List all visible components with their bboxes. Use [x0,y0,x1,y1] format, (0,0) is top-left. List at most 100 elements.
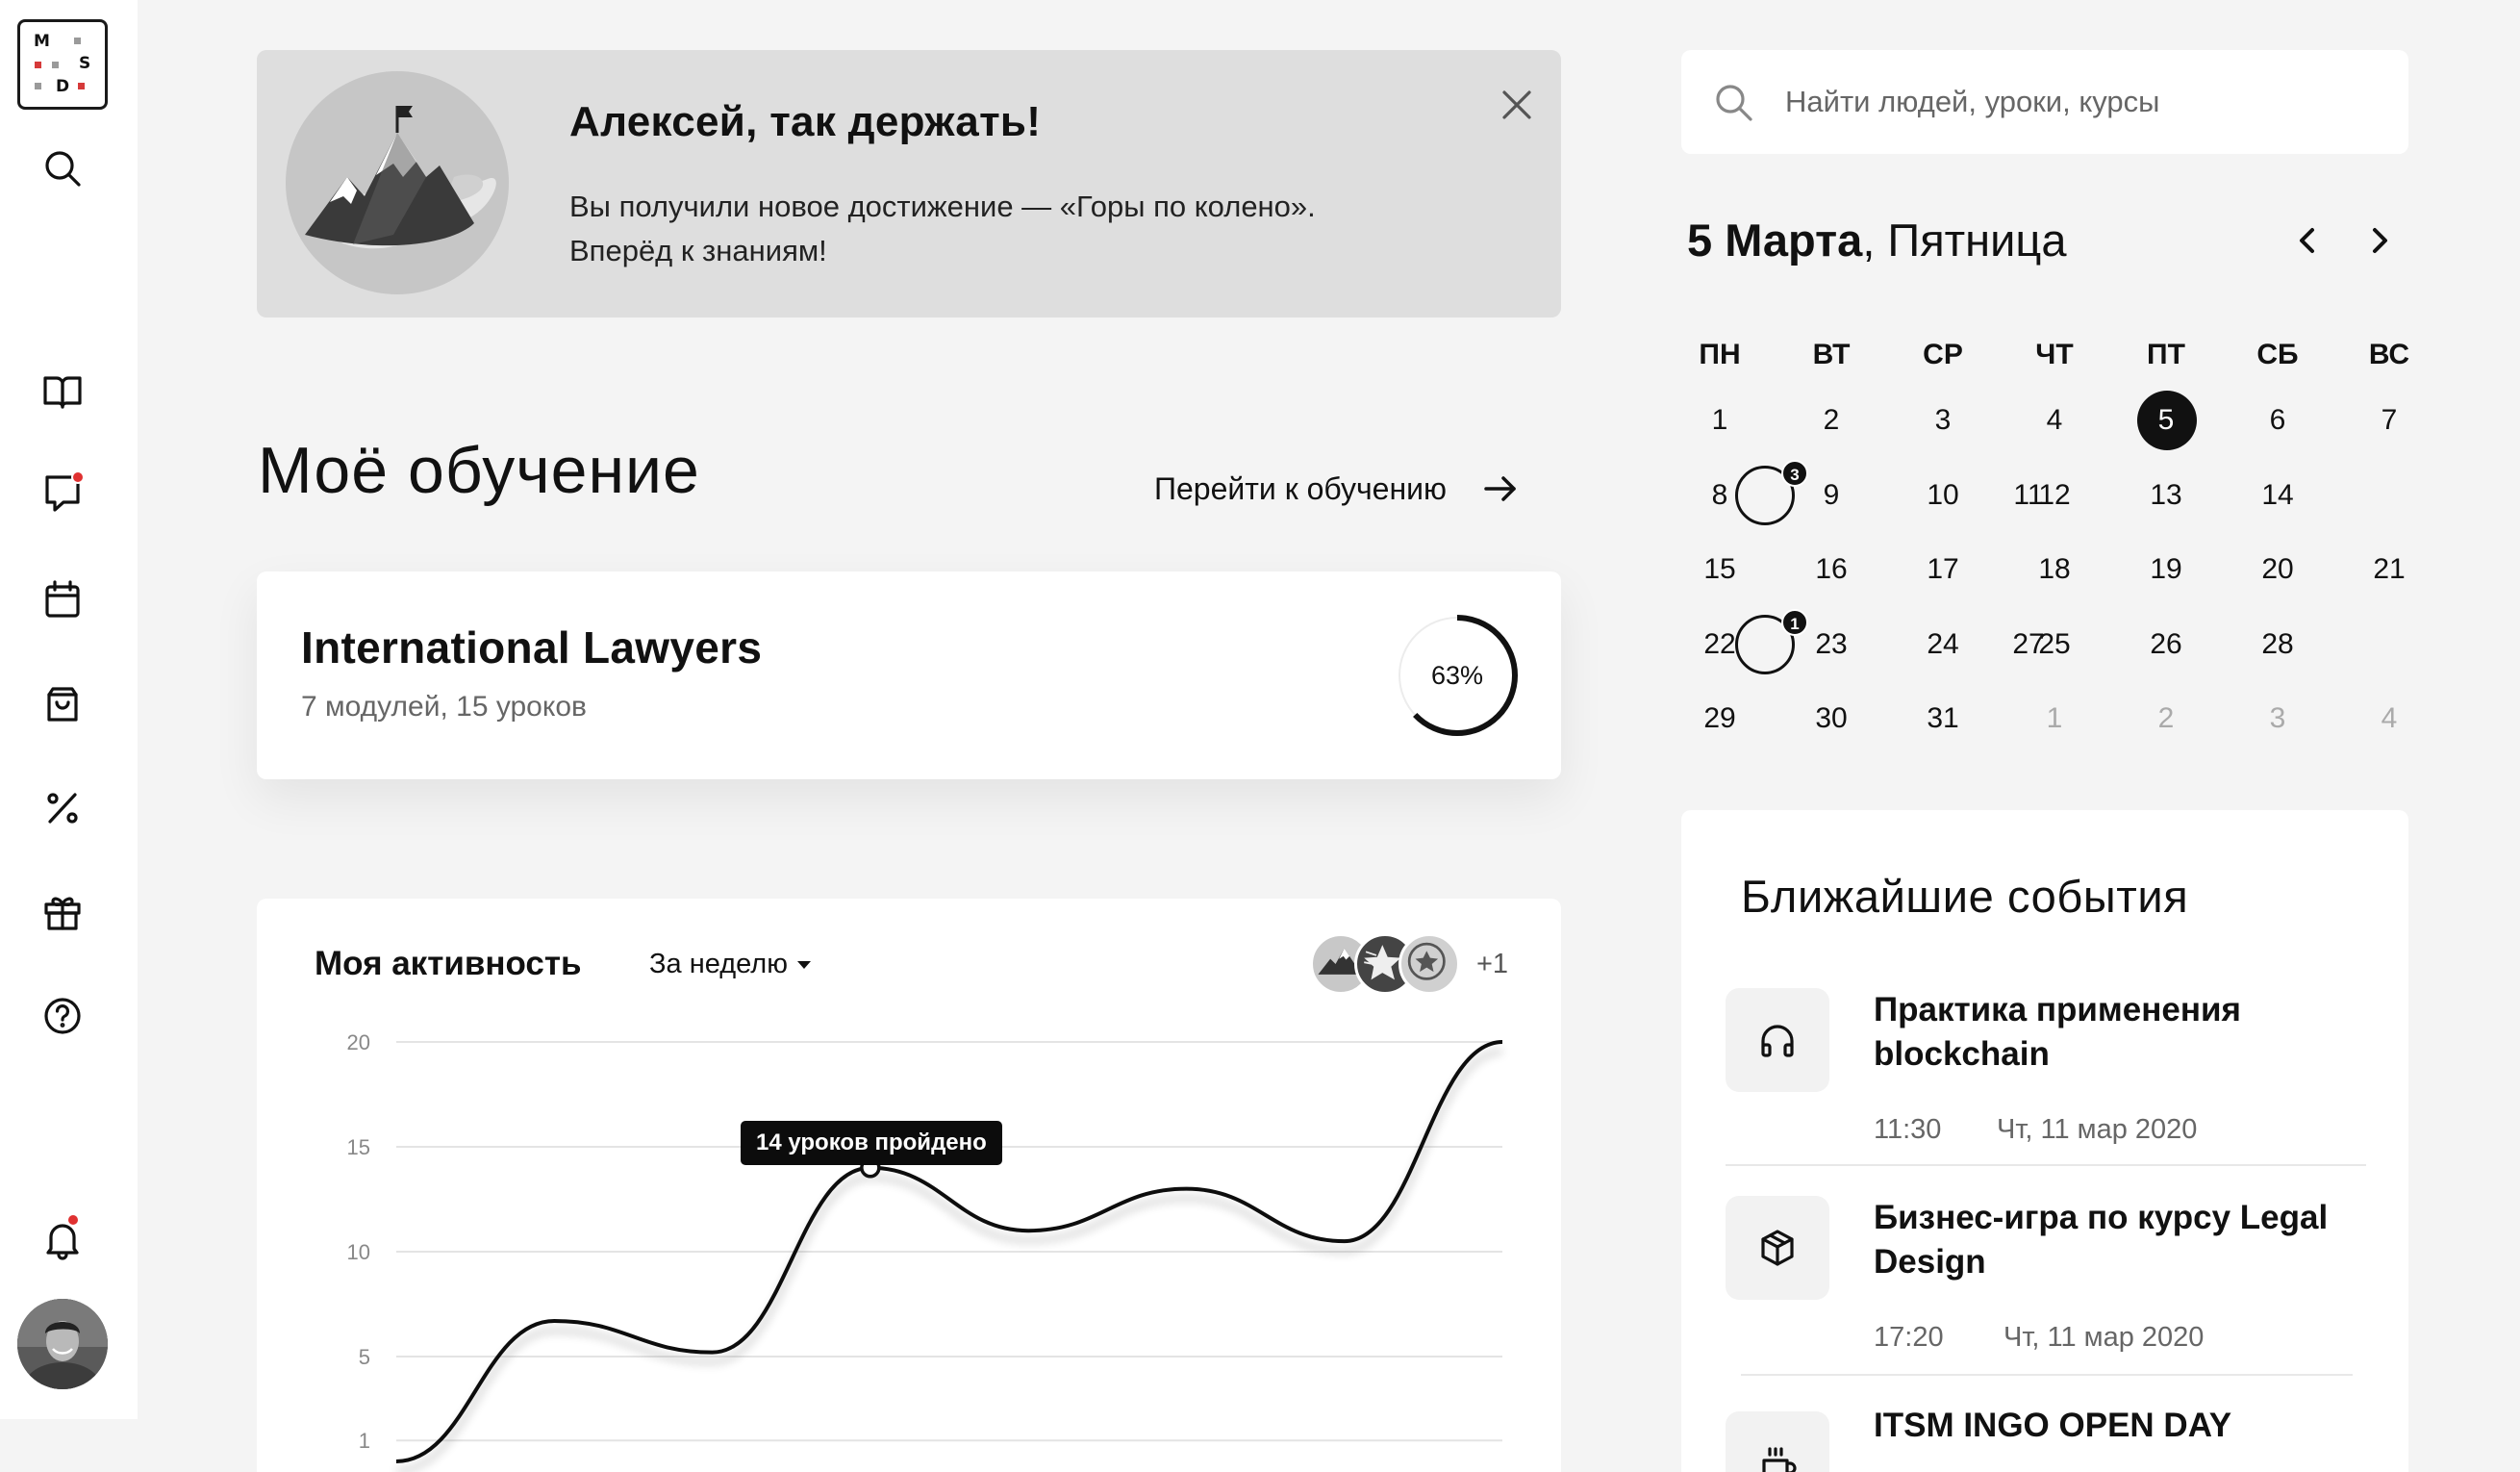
nav-shop[interactable] [35,676,90,732]
logo[interactable]: M S D [17,19,108,110]
weekday-label: ПТ [2147,339,2185,370]
y-tick-label: 10 [347,1240,370,1264]
calendar-day[interactable]: 2 [2110,681,2222,756]
calendar-day[interactable]: 6 [2222,383,2333,458]
nav-gifts[interactable] [35,884,90,940]
search-box [1681,50,2408,154]
calendar-day[interactable]: 17 [1887,532,1999,607]
y-tick-label: 20 [347,1030,370,1054]
chevron-right-icon [2373,228,2387,253]
event-date: Чт, 11 мар 2020 [2003,1322,2205,1353]
calendar-day[interactable]: 1 [1664,383,1776,458]
day-number: 20 [2261,553,2294,585]
day-number: 30 [1815,702,1848,734]
event-time: 11:30 [1874,1114,1942,1145]
calendar-day[interactable]: 4 [1999,383,2110,458]
activity-chart: 20 15 10 5 1 [347,1030,1503,1463]
goto-learning-link[interactable]: Перейти к обучению [1154,470,1520,508]
logo-dot [35,62,41,68]
calendar-weekday: , Пятница [1862,215,2067,266]
event-count-badge: 1 [1781,608,1808,636]
calendar-prev-button[interactable] [2286,219,2329,262]
day-number: 2 [1823,404,1840,436]
day-number: 7 [2381,404,2398,436]
sidebar: M S D [0,0,138,1419]
notification-badge [66,1213,80,1227]
calendar-day[interactable]: 2 [1776,383,1887,458]
upcoming-events-card: Ближайшие события Практика применения bl… [1681,810,2408,1472]
calendar-day-today[interactable]: 5 [2110,383,2222,458]
calendar-day[interactable]: 7 [2333,383,2445,458]
calendar-day[interactable]: 21 [2333,532,2445,607]
calendar-weekdays: ПН ВТ СР ЧТ ПТ СБ ВС [1664,327,2445,383]
calendar-day[interactable]: 30 [1776,681,1887,756]
nav-messages[interactable] [35,465,90,520]
calendar-day[interactable]: 14 [2222,458,2333,533]
day-number: 5 [2157,404,2175,436]
shopping-bag-icon [47,687,78,722]
achievement-banner: Алексей, так держать! Вы получили новое … [257,50,1561,317]
event-item[interactable]: Практика применения blockchain 11:30 Чт,… [1726,988,2366,1152]
calendar-day[interactable]: 4 [2333,681,2445,756]
calendar-day[interactable]: 13 [2110,458,2222,533]
calendar-next-button[interactable] [2358,219,2401,262]
calendar-day[interactable]: 31 [1887,681,1999,756]
logo-letter-d: D [56,77,70,96]
weekday-label: СБ [2256,339,2299,370]
nav-search[interactable] [35,140,90,196]
day-number: 29 [1703,702,1736,734]
calendar-day[interactable]: 3 [2222,681,2333,756]
logo-dot [35,83,41,89]
day-number: 13 [2150,478,2182,511]
event-title: Бизнес-игра по курсу Legal Design [1874,1199,2329,1281]
book-icon [43,376,82,409]
nav-notifications[interactable] [35,1211,90,1267]
weekday-label: ЧТ [2035,339,2074,370]
calendar-day[interactable]: 29 [1664,681,1776,756]
day-number: 18 [2038,553,2071,585]
course-card[interactable]: International Lawyers 7 модулей, 15 урок… [257,571,1561,779]
calendar-week: 1 2 3 4 5 6 7 [1664,383,2445,458]
nav-calendar[interactable] [35,572,90,628]
calendar-day[interactable]: 19 [2110,532,2222,607]
y-tick-label: 1 [359,1429,370,1453]
nav-help[interactable] [35,988,90,1044]
weekday-label: ВТ [1812,339,1851,370]
close-button[interactable] [1493,81,1541,129]
weekday-label: ПН [1699,339,1741,370]
calendar-day[interactable]: 15 [1664,532,1776,607]
event-count-badge: 3 [1781,459,1808,487]
day-number: 1 [1711,404,1728,436]
y-tick-label: 15 [347,1135,370,1159]
event-icon-box [1726,1196,1829,1300]
day-number: 16 [1815,553,1848,585]
calendar-day[interactable]: 12 [1999,458,2110,533]
event-item[interactable]: Бизнес-игра по курсу Legal Design 17:20 … [1726,1196,2366,1359]
day-number: 12 [2038,478,2071,511]
day-number: 4 [2381,702,2398,734]
nav-courses[interactable] [35,364,90,419]
banner-text-line: Вперёд к знаниям! [569,234,827,267]
banner-text: Вы получили новое достижение — «Горы по … [569,185,1435,273]
day-number: 19 [2150,553,2182,585]
coffee-icon [1762,1447,1797,1472]
calendar-date-bold: 5 Марта [1687,215,1863,266]
day-number: 27 [2012,627,2045,660]
event-item[interactable]: ITSM INGO OPEN DAY [1726,1404,2366,1472]
calendar-day[interactable]: 16 [1776,532,1887,607]
search-input[interactable] [1785,50,2381,154]
course-title: International Lawyers [301,622,763,673]
cube-icon [1761,1230,1794,1266]
calendar-day[interactable]: 3 [1887,383,1999,458]
user-photo [17,1299,108,1389]
nav-discounts[interactable] [35,780,90,836]
avatar[interactable] [17,1299,108,1389]
calendar-week: 22 23 24 25 26 27 1 28 [1664,607,2445,682]
goto-learning-label: Перейти к обучению [1154,470,1448,506]
calendar-day[interactable]: 18 [1999,532,2110,607]
day-number: 2 [2157,702,2175,734]
calendar-day[interactable]: 20 [2222,532,2333,607]
mountain-icon [305,106,496,249]
calendar-day[interactable]: 1 [1999,681,2110,756]
calendar-day[interactable]: 28 [2222,607,2333,682]
